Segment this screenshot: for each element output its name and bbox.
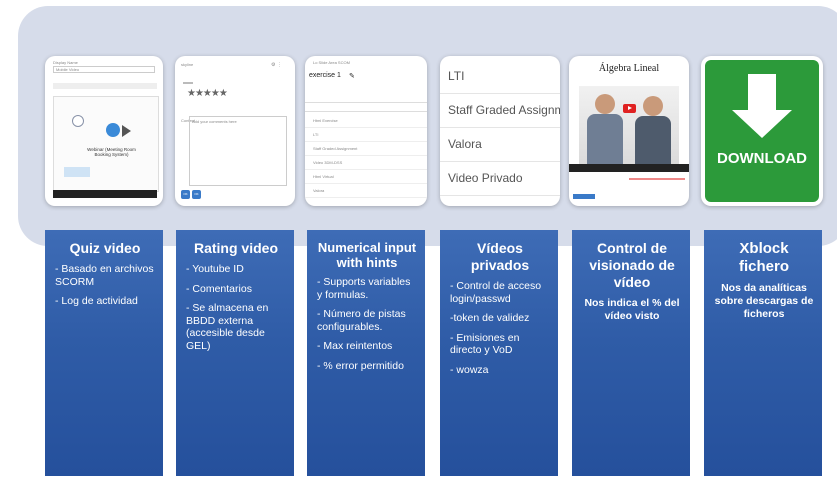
column-title: Vídeos privados — [470, 240, 530, 273]
feature-item: -token de validez — [450, 312, 530, 324]
column-title: Rating video — [193, 240, 278, 256]
download-icon — [732, 110, 792, 138]
video-frame[interactable] — [579, 86, 679, 172]
feature-item: - Youtube ID — [186, 263, 244, 275]
edit-icon[interactable]: ✎ — [349, 72, 355, 80]
play-icon[interactable] — [122, 125, 131, 137]
display-name-field[interactable]: Mobile Video — [53, 66, 155, 73]
video-caption: Webinar (Meeting Room Booking System) — [87, 147, 136, 157]
list-item[interactable]: Staff Graded Assignment — [305, 142, 427, 156]
play-icon[interactable] — [623, 104, 636, 113]
divider — [183, 82, 193, 84]
column-title: Quiz video — [69, 240, 141, 256]
feature-item: - Emisiones en directo y VoD — [450, 331, 520, 357]
feature-item: - Basado en archivos SCORM — [55, 263, 154, 288]
avatar — [106, 123, 120, 137]
column-title: Numerical input with hints — [317, 240, 417, 270]
feature-item: - Número de pistas configurables. — [317, 308, 406, 333]
cancel-button[interactable]: OK — [192, 190, 201, 199]
rating-video-thumbnail[interactable]: skyline ⚙ ⋮ ★★★★★ Content Add your comme… — [175, 56, 295, 206]
player-controls[interactable] — [569, 164, 689, 172]
feature-item: - Supports variables y formulas. — [317, 276, 411, 301]
download-label: DOWNLOAD — [717, 150, 807, 167]
list-item-staff-graded[interactable]: Staff Graded Assignmen — [440, 94, 560, 128]
breadcrumb: Lo Slide Area SCOM — [313, 60, 350, 65]
download-arrow-shaft — [748, 74, 776, 110]
video-frame[interactable]: Webinar (Meeting Room Booking System) — [53, 96, 159, 192]
settings-icon[interactable]: ⚙ ⋮ — [271, 62, 282, 68]
presenter-left — [595, 94, 615, 114]
list-item[interactable]: Video 3DM-DSS — [305, 156, 427, 170]
list-item-video-privado[interactable]: Video Privado — [440, 162, 560, 196]
column-rating-video: Rating video - Youtube ID - Comentarios … — [176, 230, 294, 476]
url-bar — [53, 83, 157, 89]
component-list: Html Exercise LTI Staff Graded Assignmen… — [305, 114, 427, 198]
column-title: Control de visionado de vídeo — [589, 240, 675, 290]
feature-item: - Max reintentos — [317, 340, 393, 352]
exercise-title: exercise 1 — [309, 72, 341, 79]
feature-item: - wowza — [450, 363, 489, 376]
list-item[interactable]: Valora — [305, 184, 427, 198]
feature-item: - % error permitido — [317, 359, 404, 372]
slide-thumb — [64, 167, 90, 177]
submit-button[interactable]: OK — [181, 190, 190, 199]
presenter-right — [643, 96, 663, 116]
xblock-list-thumbnail[interactable]: LTI Staff Graded Assignmen Valora Video … — [440, 56, 560, 206]
rating-header: skyline — [181, 62, 194, 67]
display-name-label: Display Name — [53, 60, 78, 65]
feature-item: - Log de actividad — [55, 295, 138, 307]
feature-item: - Se almacena en BBDD externa (accesible… — [186, 302, 269, 352]
column-videos-privados: Vídeos privados - Control de acceso logi… — [440, 230, 558, 476]
comment-textarea[interactable]: Add your comments here — [189, 116, 287, 186]
player-controls[interactable] — [53, 190, 157, 198]
list-item-valora[interactable]: Valora — [440, 128, 560, 162]
org-logo — [72, 115, 84, 127]
list-item[interactable]: LTI — [305, 128, 427, 142]
toolbar — [305, 102, 427, 112]
download-thumbnail[interactable]: DOWNLOAD — [701, 56, 823, 206]
feature-item: - Control de acceso login/passwd — [450, 280, 542, 305]
submit-button[interactable] — [573, 194, 595, 199]
download-button[interactable]: DOWNLOAD — [705, 60, 819, 202]
list-item[interactable]: Html Exercise — [305, 114, 427, 128]
video-thumbnail[interactable]: Álgebra Lineal — [569, 56, 689, 206]
feature-item: - Comentarios — [186, 282, 252, 295]
video-title: Álgebra Lineal — [598, 63, 660, 74]
column-control-visionado: Control de visionado de vídeo Nos indica… — [572, 230, 690, 476]
list-item-lti[interactable]: LTI — [440, 60, 560, 94]
progress-line — [629, 178, 685, 180]
column-description: Nos indica el % del vídeo visto — [584, 297, 680, 322]
quiz-video-thumbnail[interactable]: Display Name Mobile Video Webinar (Meeti… — [45, 56, 163, 206]
column-numerical-input: Numerical input with hints - Supports va… — [307, 230, 425, 476]
list-item[interactable]: Html Virtual — [305, 170, 427, 184]
star-rating[interactable]: ★★★★★ — [187, 88, 228, 99]
column-xblock-fichero: Xblock fichero Nos da analíticas sobre d… — [704, 230, 822, 476]
column-title: Xblock fichero — [738, 240, 789, 275]
column-description: Nos da analíticas sobre descargas de fic… — [714, 282, 814, 320]
numerical-thumbnail[interactable]: Lo Slide Area SCOM exercise 1 ✎ Html Exe… — [305, 56, 427, 206]
column-quiz-video: Quiz video - Basado en archivos SCORM - … — [45, 230, 163, 476]
